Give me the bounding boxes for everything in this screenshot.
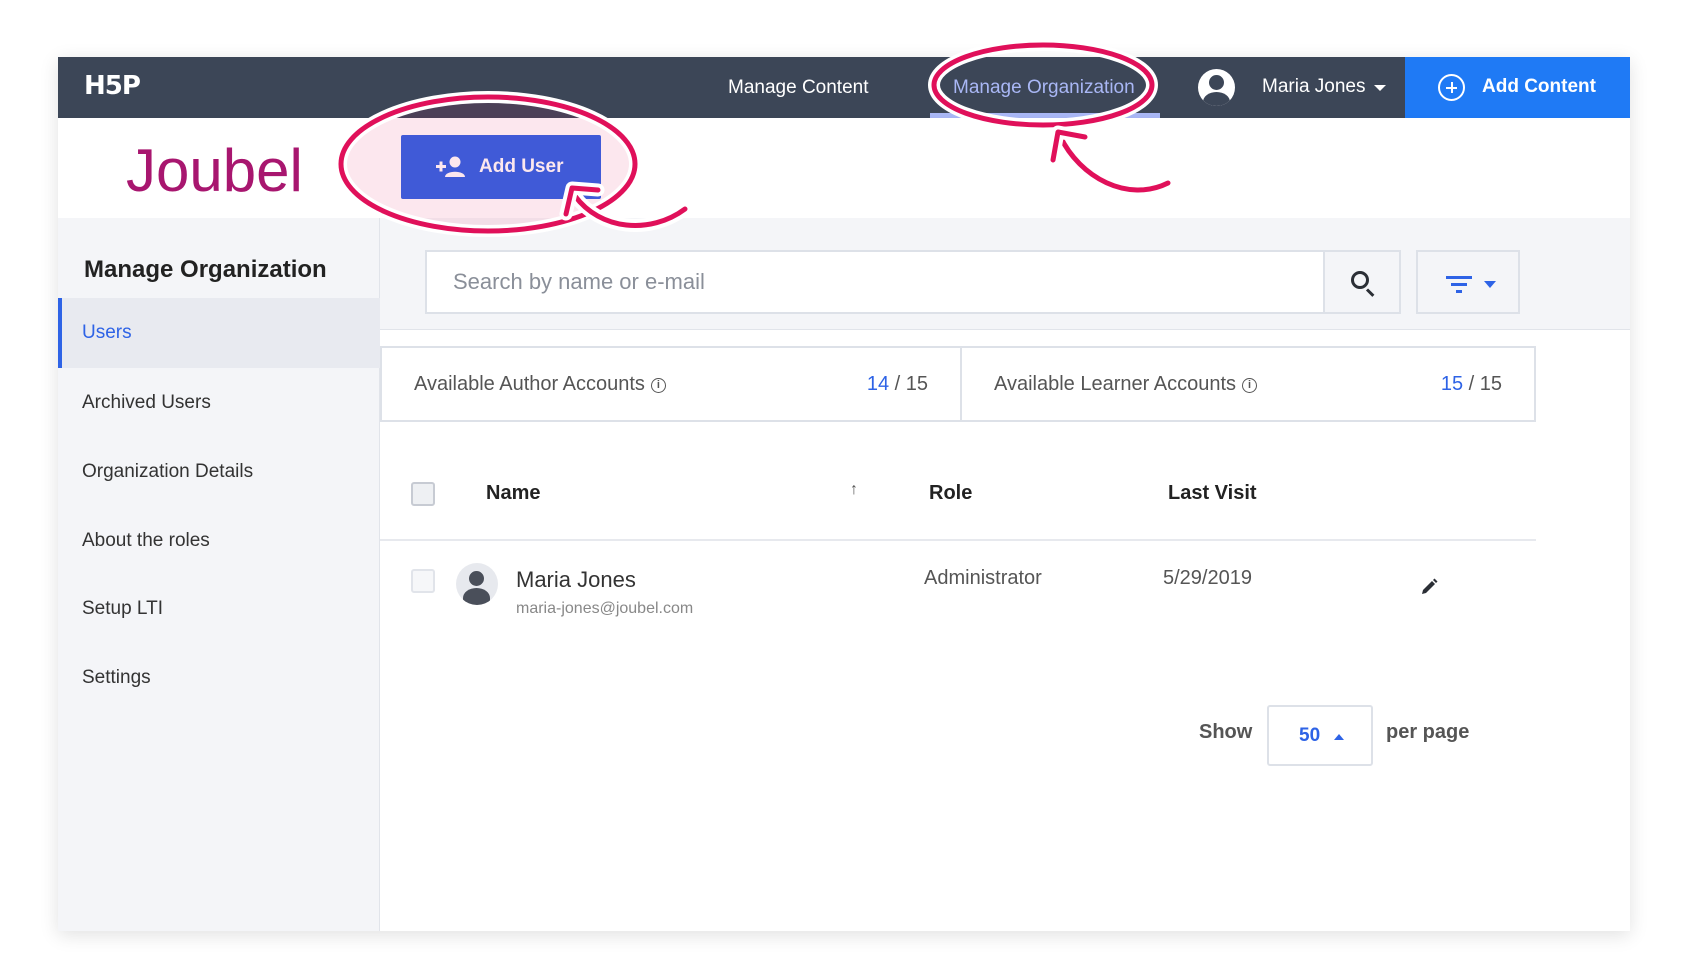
select-all-checkbox[interactable]	[411, 482, 435, 506]
learner-accounts: Available Learner Accounts i 15 / 15	[962, 348, 1534, 420]
search-toolbar	[380, 218, 1630, 330]
filter-button[interactable]	[1416, 250, 1520, 314]
organization-name: Joubel	[126, 137, 303, 204]
account-availability: Available Author Accounts i 14 / 15 Avail…	[380, 346, 1536, 422]
per-page-value: 50	[1299, 725, 1321, 746]
app-window: H5P Manage Content Manage Organization M…	[58, 57, 1630, 931]
sidebar-title: Manage Organization	[84, 256, 327, 283]
organization-header: Joubel Add User	[58, 118, 1630, 218]
h5p-logo[interactable]: H5P	[84, 71, 141, 101]
author-accounts-label: Available Author Accounts	[414, 373, 645, 395]
sidebar-item-users[interactable]: Users	[58, 298, 380, 368]
pagination-per-page-label: per page	[1386, 721, 1470, 743]
learner-accounts-used: 15	[1440, 373, 1464, 395]
add-user-button[interactable]: Add User	[401, 135, 601, 199]
column-header-name[interactable]: Name	[486, 482, 540, 505]
author-accounts-used: 14	[866, 373, 890, 395]
sidebar-item-label: Organization Details	[82, 461, 254, 482]
nav-manage-organization[interactable]: Manage Organization	[953, 77, 1135, 99]
sidebar-item-label: Users	[82, 322, 132, 343]
top-navigation: H5P Manage Content Manage Organization M…	[58, 57, 1630, 118]
sidebar-item-label: Setup LTI	[82, 598, 163, 619]
chevron-down-icon[interactable]	[1374, 85, 1386, 91]
user-avatar-icon	[456, 563, 498, 605]
row-checkbox[interactable]	[411, 569, 435, 593]
table-header-divider	[380, 539, 1536, 541]
per-page-select[interactable]: 50	[1267, 705, 1373, 766]
learner-accounts-label: Available Learner Accounts	[994, 373, 1237, 395]
sidebar-item-label: Settings	[82, 667, 151, 688]
column-header-role[interactable]: Role	[929, 482, 972, 505]
search-icon	[1351, 271, 1369, 289]
user-menu-name[interactable]: Maria Jones	[1262, 76, 1366, 98]
sidebar: Manage Organization Users Archived Users…	[58, 218, 380, 931]
info-icon[interactable]: i	[650, 378, 666, 393]
user-avatar-icon[interactable]	[1198, 69, 1235, 106]
row-last-visit: 5/29/2019	[1163, 567, 1252, 589]
sidebar-item-organization-details[interactable]: Organization Details	[58, 437, 380, 507]
sidebar-item-label: Archived Users	[82, 392, 211, 413]
chevron-up-icon	[1334, 734, 1344, 740]
filter-icon	[1446, 276, 1472, 279]
row-user-role: Administrator	[924, 567, 1042, 589]
add-user-label: Add User	[479, 156, 564, 177]
add-user-icon	[436, 156, 465, 177]
plus-circle-icon	[1438, 74, 1465, 101]
learner-accounts-total: / 15	[1468, 373, 1502, 395]
sidebar-item-setup-lti[interactable]: Setup LTI	[58, 574, 380, 644]
chevron-down-icon	[1484, 281, 1496, 288]
sidebar-item-archived-users[interactable]: Archived Users	[58, 368, 380, 438]
add-content-label: Add Content	[1482, 76, 1596, 97]
sidebar-item-settings[interactable]: Settings	[58, 643, 380, 713]
pagination-show-label: Show	[1199, 721, 1253, 743]
search-button[interactable]	[1323, 250, 1401, 314]
author-accounts-total: / 15	[894, 373, 928, 395]
sidebar-item-label: About the roles	[82, 530, 210, 551]
author-accounts: Available Author Accounts i 14 / 15	[382, 348, 962, 420]
nav-manage-content[interactable]: Manage Content	[728, 77, 869, 99]
sidebar-item-about-roles[interactable]: About the roles	[58, 506, 380, 576]
edit-pencil-icon[interactable]	[1420, 578, 1438, 596]
sort-ascending-icon[interactable]: ↑	[850, 481, 858, 499]
search-input[interactable]	[425, 250, 1323, 314]
info-icon[interactable]: i	[1242, 378, 1258, 393]
row-user-name[interactable]: Maria Jones	[516, 567, 636, 593]
row-user-email: maria-jones@joubel.com	[516, 600, 694, 617]
add-content-button[interactable]: Add Content	[1405, 57, 1630, 118]
column-header-last-visit[interactable]: Last Visit	[1168, 482, 1257, 505]
